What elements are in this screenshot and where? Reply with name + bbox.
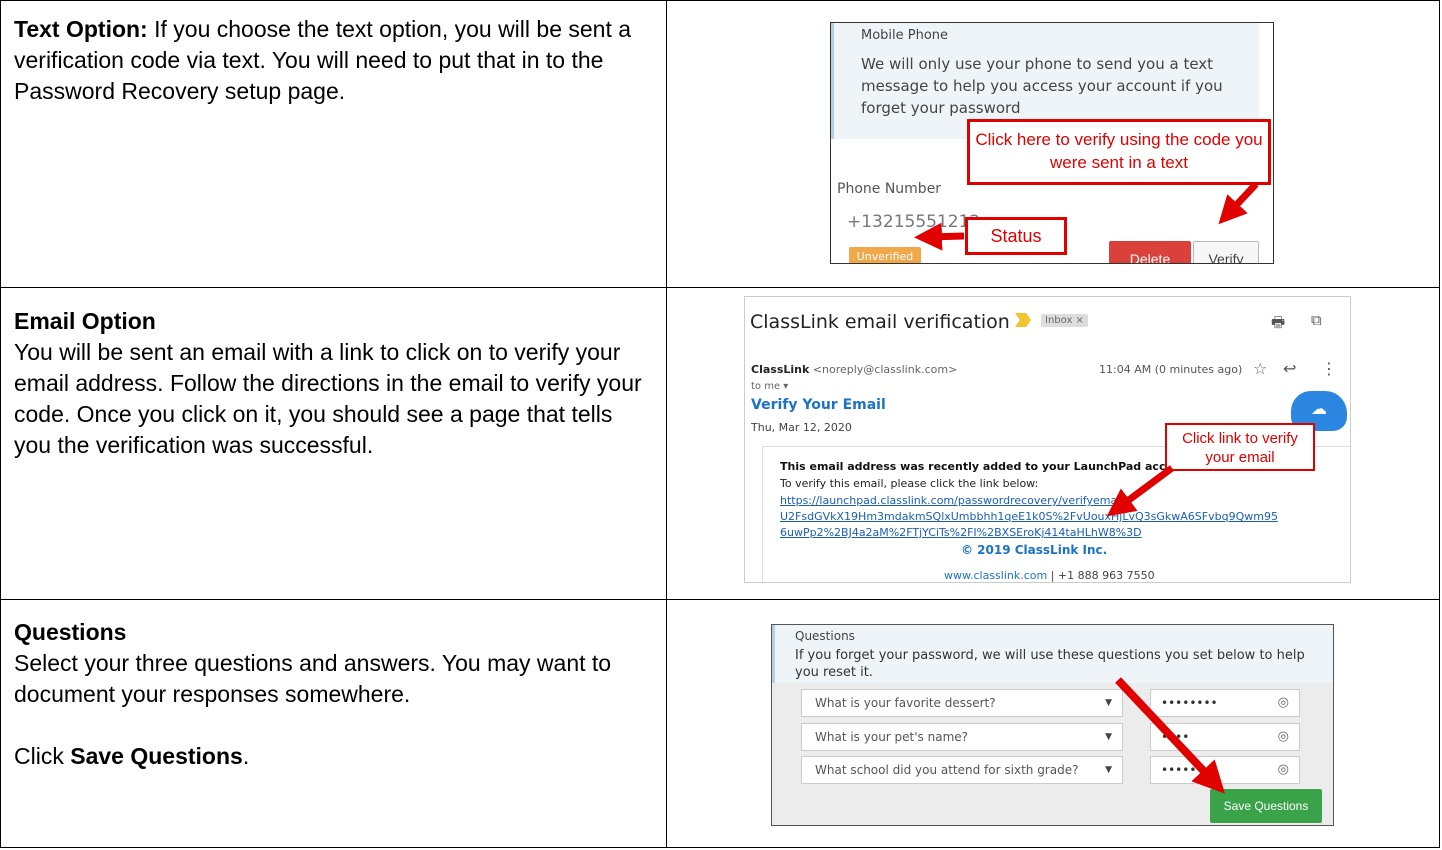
- copyright: © 2019 ClassLink Inc.: [961, 543, 1108, 557]
- question-select-value: What is your favorite dessert?: [815, 696, 996, 710]
- mobile-phone-description: We will only use your phone to send you …: [861, 55, 1223, 117]
- email-heading: Verify Your Email: [751, 397, 886, 413]
- questions-cell: Questions Select your three questions an…: [14, 617, 654, 772]
- footer-phone: | +1 888 963 7550: [1047, 569, 1155, 582]
- question-select[interactable]: What is your pet's name? ▼: [801, 723, 1123, 751]
- important-marker-icon: [1015, 313, 1031, 327]
- email-sender: ClassLink <noreply@classlink.com>: [751, 363, 957, 376]
- question-select[interactable]: What school did you attend for sixth gra…: [801, 756, 1123, 784]
- more-options-icon[interactable]: ⋮: [1321, 359, 1337, 378]
- questions-body: Select your three questions and answers.…: [14, 650, 612, 707]
- dropdown-caret-icon: ▼: [1105, 732, 1112, 742]
- answer-value: ••••••••: [1161, 763, 1218, 777]
- answer-field[interactable]: •••••••• ◎: [1150, 756, 1300, 784]
- column-divider: [666, 0, 667, 848]
- email-body-line: To verify this email, please click the l…: [780, 477, 1039, 490]
- reply-icon[interactable]: ↩: [1283, 359, 1296, 378]
- classlink-logo-glyph: ☁: [1311, 399, 1327, 418]
- answer-field[interactable]: •••• ◎: [1150, 723, 1300, 751]
- questions-description: If you forget your password, we will use…: [795, 648, 1305, 680]
- dropdown-caret-icon: ▼: [1105, 698, 1112, 708]
- question-select-value: What is your pet's name?: [815, 730, 969, 744]
- verification-link-line3[interactable]: 6uwPp2%2BJ4a2aM%2FTjYCiTs%2FI%2BXSEroKj4…: [780, 526, 1142, 539]
- email-body-bold: This email address was recently added to…: [780, 460, 1199, 473]
- email-subject: ClassLink email verification: [750, 311, 1010, 333]
- email-date: Thu, Mar 12, 2020: [751, 421, 852, 434]
- answer-value: ••••: [1161, 730, 1190, 744]
- sender-email: <noreply@classlink.com>: [812, 363, 958, 376]
- verification-link-line2[interactable]: U2FsdGVkX19Hm3mdakmSQlxUmbbhh1qeE1k0S%2F…: [780, 510, 1278, 523]
- save-instruction-prefix: Click: [14, 743, 71, 769]
- sender-name: ClassLink: [751, 363, 810, 376]
- verify-button[interactable]: Verify: [1193, 241, 1259, 263]
- print-icon[interactable]: 🖶: [1271, 312, 1285, 337]
- to-me-dropdown[interactable]: to me ▾: [751, 381, 788, 392]
- phone-number-label: Phone Number: [837, 181, 942, 197]
- answer-value: ••••••••: [1161, 696, 1218, 710]
- status-badge: Unverified: [849, 247, 921, 263]
- inbox-label[interactable]: Inbox ×: [1041, 314, 1088, 327]
- phone-number-value: +13215551212: [847, 212, 981, 232]
- email-option-cell: Email Option You will be sent an email w…: [14, 306, 654, 461]
- delete-button[interactable]: Delete: [1109, 241, 1191, 263]
- save-questions-button[interactable]: Save Questions: [1210, 789, 1322, 823]
- footer-site-link[interactable]: www.classlink.com: [944, 569, 1047, 582]
- row-divider: [0, 599, 1440, 600]
- save-instruction: Click Save Questions.: [14, 741, 654, 772]
- verification-link-line1[interactable]: https://launchpad.classlink.com/password…: [780, 494, 1129, 507]
- hide-password-icon[interactable]: ◎: [1278, 757, 1289, 783]
- verify-callout: Click here to verify using the code you …: [967, 119, 1271, 185]
- mobile-phone-screenshot: Mobile Phone We will only use your phone…: [830, 22, 1274, 264]
- question-select[interactable]: What is your favorite dessert? ▼: [801, 689, 1123, 717]
- hide-password-icon[interactable]: ◎: [1278, 690, 1289, 716]
- status-callout: Status: [965, 217, 1067, 255]
- save-instruction-suffix: .: [242, 743, 250, 769]
- save-instruction-bold: Save Questions: [70, 743, 243, 769]
- email-option-body: You will be sent an email with a link to…: [14, 339, 642, 458]
- open-new-window-icon[interactable]: ⧉: [1311, 311, 1322, 329]
- questions-info-box: Questions If you forget your password, w…: [772, 625, 1333, 683]
- email-time: 11:04 AM (0 minutes ago): [1099, 363, 1243, 376]
- question-select-value: What school did you attend for sixth gra…: [815, 763, 1079, 777]
- text-option-cell: Text Option: If you choose the text opti…: [14, 14, 654, 107]
- questions-screenshot: Questions If you forget your password, w…: [771, 624, 1334, 826]
- questions-heading: Questions: [14, 619, 127, 645]
- email-footer: www.classlink.com | +1 888 963 7550: [944, 569, 1155, 582]
- dropdown-caret-icon: ▼: [1105, 765, 1112, 775]
- hide-password-icon[interactable]: ◎: [1278, 724, 1289, 750]
- email-option-heading: Email Option: [14, 308, 156, 334]
- answer-field[interactable]: •••••••• ◎: [1150, 689, 1300, 717]
- email-screenshot: ClassLink email verification Inbox × 🖶 ⧉…: [744, 296, 1351, 583]
- star-icon[interactable]: ☆: [1253, 359, 1267, 378]
- mobile-phone-title: Mobile Phone: [861, 28, 949, 43]
- link-callout: Click link to verify your email: [1165, 423, 1315, 471]
- questions-title: Questions: [795, 629, 855, 643]
- row-divider: [0, 287, 1440, 288]
- text-option-heading: Text Option:: [14, 16, 148, 42]
